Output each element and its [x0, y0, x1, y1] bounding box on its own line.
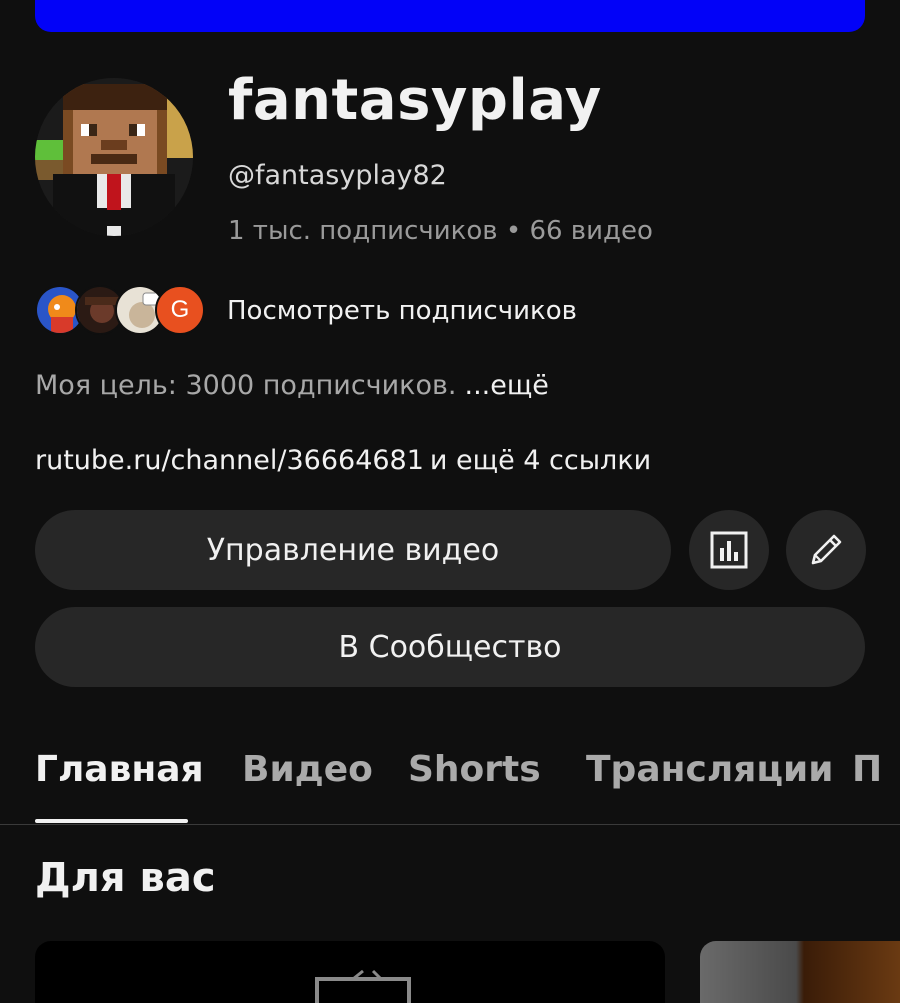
- subscriber-avatars: G: [35, 284, 215, 336]
- channel-avatar[interactable]: [35, 78, 193, 236]
- analytics-button[interactable]: [689, 510, 769, 590]
- active-tab-indicator: [35, 819, 188, 823]
- channel-links[interactable]: rutube.ru/channel/36664681 и ещё 4 ссылки: [35, 445, 651, 476]
- description-text: Моя цель: 3000 подписчиков.: [35, 370, 457, 401]
- channel-tabs: Главная Видео Shorts Трансляции П: [0, 735, 900, 825]
- video-thumbnail[interactable]: [700, 941, 900, 1003]
- avatar-image: [35, 78, 193, 236]
- channel-handle: @fantasyplay82: [228, 160, 447, 191]
- tab-playlists[interactable]: П: [852, 749, 882, 790]
- view-subscribers-link[interactable]: Посмотреть подписчиков: [227, 296, 577, 326]
- more-links-label[interactable]: и ещё 4 ссылки: [430, 445, 651, 476]
- tab-live[interactable]: Трансляции: [586, 749, 833, 790]
- tab-videos[interactable]: Видео: [242, 749, 373, 790]
- subscriber-avatar-letter: G: [155, 285, 205, 335]
- pencil-icon: [811, 534, 842, 565]
- community-button[interactable]: В Сообщество: [35, 607, 865, 687]
- video-thumbnail[interactable]: [35, 941, 665, 1003]
- tab-shorts[interactable]: Shorts: [408, 749, 541, 790]
- bar-chart-icon: [710, 531, 748, 569]
- primary-link[interactable]: rutube.ru/channel/36664681: [35, 445, 424, 476]
- channel-page: fantasyplay @fantasyplay82 1 тыс. подпис…: [0, 0, 900, 1003]
- tab-home[interactable]: Главная: [35, 749, 204, 790]
- channel-description[interactable]: Моя цель: 3000 подписчиков. ...ещё: [35, 370, 549, 401]
- tv-icon: [315, 969, 411, 1003]
- channel-banner[interactable]: [35, 0, 865, 32]
- channel-stats[interactable]: 1 тыс. подписчиков • 66 видео: [228, 216, 653, 246]
- channel-name: fantasyplay: [228, 68, 602, 133]
- subscribers-row[interactable]: G Посмотреть подписчиков: [35, 284, 577, 336]
- edit-channel-button[interactable]: [786, 510, 866, 590]
- description-more-link[interactable]: ...ещё: [464, 370, 548, 401]
- manage-videos-button[interactable]: Управление видео: [35, 510, 671, 590]
- section-title: Для вас: [35, 855, 216, 901]
